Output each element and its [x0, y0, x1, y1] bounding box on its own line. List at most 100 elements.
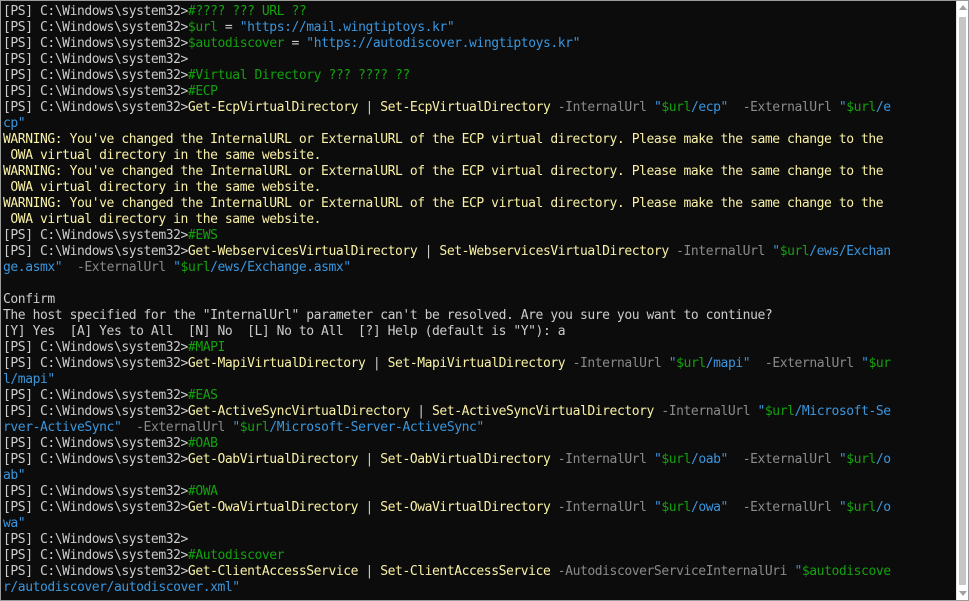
console-comment-text: #OWA	[187, 484, 218, 499]
console-comment-text: #Virtual Directory ??? ???? ??	[187, 68, 410, 83]
console-prompt-text: [PS] C:\Windows\system32>	[3, 356, 188, 371]
console-string-text: /o	[875, 500, 891, 515]
console-strvar-text: $url	[779, 244, 810, 259]
console-op-text: |	[417, 244, 440, 259]
console-line: [Y] Yes [A] Yes to All [N] No [L] No to …	[3, 324, 956, 340]
console-comment-text: #???? ??? URL ??	[187, 4, 307, 19]
console-op-text: =	[217, 20, 240, 35]
console-line: [PS] C:\Windows\system32>Get-OwaVirtualD…	[3, 500, 956, 516]
console-param-text: -ExternalUrl	[727, 500, 839, 515]
console-string-text: "https://autodiscover.wingtiptoys.kr"	[306, 36, 580, 51]
console-line: [PS] C:\Windows\system32>Get-ClientAcces…	[3, 564, 956, 580]
console-param-text: -InternalUrl	[653, 404, 758, 419]
console-warn-text: WARNING: You've changed the InternalURL …	[3, 164, 884, 179]
console-string-text: "https://mail.wingtiptoys.kr"	[239, 20, 455, 35]
console-cmd-text: Set-ActiveSyncVirtualDirectory	[432, 404, 654, 419]
console-string-text: l/mapi"	[3, 372, 55, 387]
console-cmd-text: Set-OabVirtualDirectory	[380, 452, 551, 467]
console-op-text: |	[409, 404, 433, 419]
console-param-text: -InternalUrl	[550, 500, 654, 515]
console-plain-text: Confirm	[3, 292, 55, 307]
console-line: [PS] C:\Windows\system32>$autodiscover =…	[3, 36, 956, 52]
console-op-text: |	[358, 452, 381, 467]
console-string-text: r/autodiscover/autodiscover.xml"	[3, 580, 240, 595]
console-warn-text: WARNING: You've changed the InternalURL …	[3, 196, 884, 211]
console-prompt-text: [PS] C:\Windows\system32>	[3, 548, 188, 563]
console-string-text: ge.asmx"	[3, 260, 63, 275]
console-param-text: -ExternalUrl	[750, 356, 862, 371]
console-line: The host specified for the "InternalUrl"…	[3, 308, 956, 324]
console-strvar-text: $url	[846, 100, 876, 115]
console-strvar-text: $url	[846, 452, 876, 467]
console-plain-text: [Y] Yes [A] Yes to All [N] No [L] No to …	[3, 324, 566, 339]
console-line: [PS] C:\Windows\system32>#EAS	[3, 388, 956, 404]
powershell-window: [PS] C:\Windows\system32>#???? ??? URL ?…	[0, 0, 969, 601]
console-comment-text: #ECP	[187, 84, 218, 99]
console-strvar-text: $url	[239, 420, 270, 435]
console-line: Confirm	[3, 292, 956, 308]
console-comment-text: #EWS	[187, 228, 218, 243]
console-line: [PS] C:\Windows\system32>Get-Webservices…	[3, 244, 956, 260]
console-op-text: =	[284, 36, 307, 51]
console-line: [PS] C:\Windows\system32>#OAB	[3, 436, 956, 452]
console-line: [PS] C:\Windows\system32>#Autodiscover	[3, 548, 956, 564]
console-op-text: |	[365, 356, 388, 371]
scroll-up-icon[interactable]	[959, 5, 967, 10]
console-cmd-text: Set-WebservicesVirtualDirectory	[439, 244, 669, 259]
console-string-text: /o	[875, 452, 891, 467]
console-prompt-text: [PS] C:\Windows\system32>	[3, 36, 188, 51]
console-line: [PS] C:\Windows\system32>	[3, 532, 956, 548]
console-strvar-text: $url	[661, 452, 691, 467]
console-string-text: rver-ActiveSync"	[3, 420, 122, 435]
console-plain-text: The host specified for the "InternalUrl"…	[3, 308, 773, 323]
console-var-text: $autodiscover	[187, 36, 285, 51]
console-comment-text: #OAB	[187, 436, 218, 451]
console-string-text: wa"	[3, 516, 26, 531]
console-prompt-text: [PS] C:\Windows\system32>	[3, 484, 188, 499]
console-line: WARNING: You've changed the InternalURL …	[3, 196, 956, 212]
console-line: [PS] C:\Windows\system32>#EWS	[3, 228, 956, 244]
scroll-down-icon[interactable]	[959, 591, 967, 596]
console-strvar-text: $url	[661, 100, 691, 115]
console-string-text: /ecp"	[690, 100, 728, 115]
console-string-text: "	[757, 404, 766, 419]
console-cmd-text: Set-MapiVirtualDirectory	[387, 356, 566, 371]
console-strvar-text: $autodiscove	[801, 564, 891, 579]
console-prompt-text: [PS] C:\Windows\system32>	[3, 20, 188, 35]
console-prompt-text: [PS] C:\Windows\system32>	[3, 500, 188, 515]
console-string-text: /ews/Exchange.asmx"	[210, 260, 351, 275]
console-string-text: /e	[875, 100, 891, 115]
console-string-text: /oab"	[690, 452, 728, 467]
console-strvar-text: $url	[846, 500, 876, 515]
console-op-text: |	[358, 564, 381, 579]
console-prompt-text: [PS] C:\Windows\system32>	[3, 404, 188, 419]
vertical-scrollbar[interactable]	[956, 1, 968, 600]
console-cmd-text: Get-ClientAccessService	[187, 564, 359, 579]
console-line: OWA virtual directory in the same websit…	[3, 180, 956, 196]
console-prompt-text: [PS] C:\Windows\system32>	[3, 388, 188, 403]
console-line: r/autodiscover/autodiscover.xml"	[3, 580, 956, 596]
console-line: OWA virtual directory in the same websit…	[3, 212, 956, 228]
console-prompt-text: [PS] C:\Windows\system32>	[3, 452, 188, 467]
console-cmd-text: Set-OwaVirtualDirectory	[380, 500, 551, 515]
console-param-text: -AutodiscoverServiceInternalUri	[550, 564, 795, 579]
console-output[interactable]: [PS] C:\Windows\system32>#???? ??? URL ?…	[3, 4, 956, 600]
console-line: WARNING: You've changed the InternalURL …	[3, 132, 956, 148]
console-strvar-text: $url	[661, 500, 691, 515]
console-comment-text: #EAS	[187, 388, 218, 403]
console-string-text: /owa"	[690, 500, 728, 515]
console-line: [PS] C:\Windows\system32>	[3, 52, 956, 68]
console-line: [PS] C:\Windows\system32>$url = "https:/…	[3, 20, 956, 36]
console-line: OWA virtual directory in the same websit…	[3, 148, 956, 164]
console-string-text: /ews/Exchan	[809, 244, 891, 259]
scrollbar-thumb[interactable]	[959, 17, 966, 585]
console-op-text: |	[358, 100, 381, 115]
console-string-text: /mapi"	[705, 356, 751, 371]
console-param-text: -InternalUrl	[565, 356, 669, 371]
console-prompt-text: [PS] C:\Windows\system32>	[3, 100, 188, 115]
console-prompt-text: [PS] C:\Windows\system32>	[3, 4, 188, 19]
console-prompt-text: [PS] C:\Windows\system32>	[3, 564, 188, 579]
console-prompt-text: [PS] C:\Windows\system32>	[3, 532, 188, 547]
console-prompt-text: [PS] C:\Windows\system32>	[3, 436, 188, 451]
console-param-text: -InternalUrl	[550, 452, 654, 467]
